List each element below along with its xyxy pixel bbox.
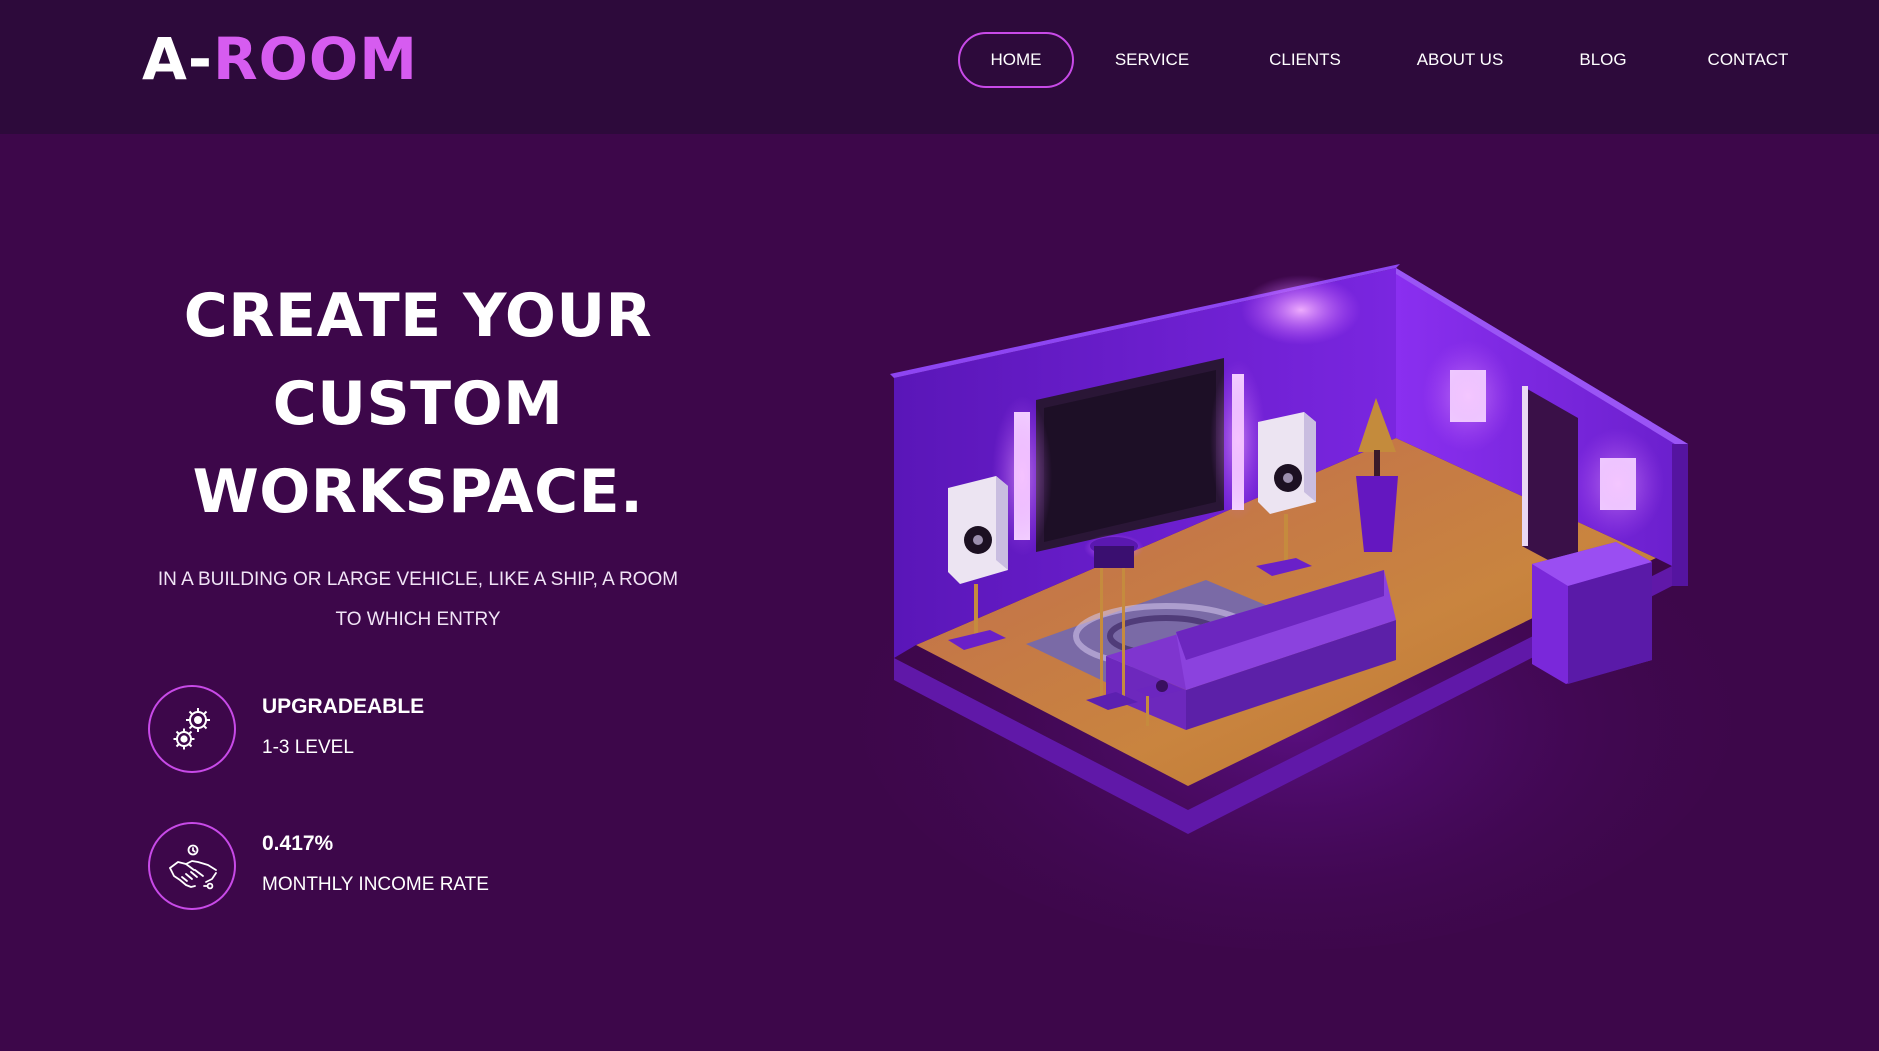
isometric-room-illustration	[836, 240, 1736, 960]
nav-home[interactable]: HOME	[958, 32, 1074, 88]
feature-subtitle: 1-3 LEVEL	[262, 737, 354, 758]
nav-clients[interactable]: CLIENTS	[1263, 32, 1347, 88]
hero-title-line: CREATE YOUR	[183, 281, 653, 351]
site-header: A-ROOM HOME SERVICE CLIENTS ABOUT US BLO…	[0, 0, 1879, 134]
hero-title-line: WORKSPACE.	[192, 457, 644, 527]
hero-subtitle-line: TO WHICH ENTRY	[335, 609, 501, 630]
hero-title: CREATE YOUR CUSTOM WORKSPACE.	[140, 272, 696, 536]
landing-page: A-ROOM HOME SERVICE CLIENTS ABOUT US BLO…	[0, 0, 1879, 1051]
logo[interactable]: A-ROOM	[142, 26, 418, 92]
feature-title: 0.417%	[262, 832, 334, 855]
handshake-icon	[148, 822, 236, 910]
feature-title: UPGRADEABLE	[262, 695, 425, 718]
nav-contact[interactable]: CONTACT	[1700, 32, 1796, 88]
hero-subtitle: IN A BUILDING OR LARGE VEHICLE, LIKE A S…	[150, 560, 686, 640]
logo-part-room: ROOM	[212, 25, 418, 93]
gears-icon	[148, 685, 236, 773]
hero-title-line: CUSTOM	[272, 369, 564, 439]
feature-subtitle: MONTHLY INCOME RATE	[262, 874, 489, 895]
hero-subtitle-line: IN A BUILDING OR LARGE VEHICLE, LIKE A S…	[157, 569, 679, 590]
feature-upgradeable: UPGRADEABLE 1-3 LEVEL	[148, 685, 708, 775]
nav-blog[interactable]: BLOG	[1575, 32, 1631, 88]
nav-about-us[interactable]: ABOUT US	[1413, 32, 1507, 88]
nav-service[interactable]: SERVICE	[1112, 32, 1192, 88]
logo-part-a: A-	[142, 25, 213, 93]
feature-income-rate: 0.417% MONTHLY INCOME RATE	[148, 822, 708, 912]
